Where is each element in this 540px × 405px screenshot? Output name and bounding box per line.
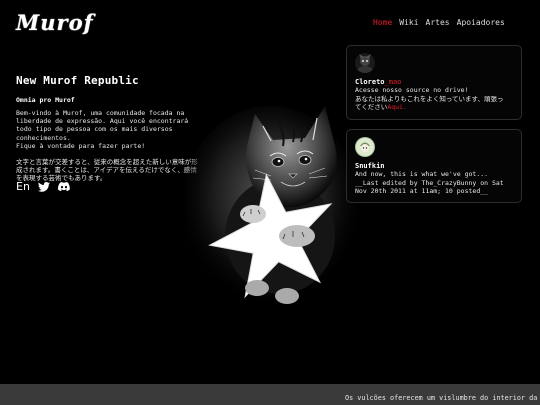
post-link[interactable]: Aqui. [387,103,407,111]
post-line-jp: あなたは私よりもこれをよく知っています、頑張っ てください [355,94,504,111]
author-tag: _mao [384,78,402,86]
post-line: Acesse nosso source no drive! [355,86,469,95]
site-logo[interactable]: Murof [16,10,94,35]
post-author[interactable]: Cloreto_mao [355,78,513,86]
top-nav: Home Wiki Artes Apoiadores [373,18,505,27]
post-line: And now, this is what we've got... [355,170,489,179]
avatar[interactable] [355,53,375,73]
nav-artes[interactable]: Artes [426,18,450,27]
avatar[interactable] [355,137,375,157]
language-toggle[interactable]: En [16,180,30,193]
ticker-text: Os vulcões oferecem um vislumbre do inte… [345,394,540,402]
social-links: En [16,180,70,193]
nav-home[interactable]: Home [373,18,392,27]
footer-ticker: Os vulcões oferecem um vislumbre do inte… [0,384,540,405]
post-message: And now, this is what we've got... __Las… [355,170,513,195]
nav-apoiadores[interactable]: Apoiadores [457,18,505,27]
post-card[interactable]: Snufkin And now, this is what we've got.… [346,129,522,203]
post-author[interactable]: Snufkin [355,162,513,170]
author-name[interactable]: Cloreto [355,78,385,86]
kitten-star-illustration [185,106,358,306]
intro-title: New Murof Republic [16,74,139,87]
post-card[interactable]: Cloreto_mao Acesse nosso source no drive… [346,45,522,120]
post-edit-note: __Last edited by The_CrazyBunny on Sat N… [355,178,504,195]
twitter-icon[interactable] [37,181,50,192]
nav-wiki[interactable]: Wiki [399,18,418,27]
post-message: Acesse nosso source no drive! あなたは私よりもこれ… [355,86,513,111]
discord-icon[interactable] [57,182,70,191]
